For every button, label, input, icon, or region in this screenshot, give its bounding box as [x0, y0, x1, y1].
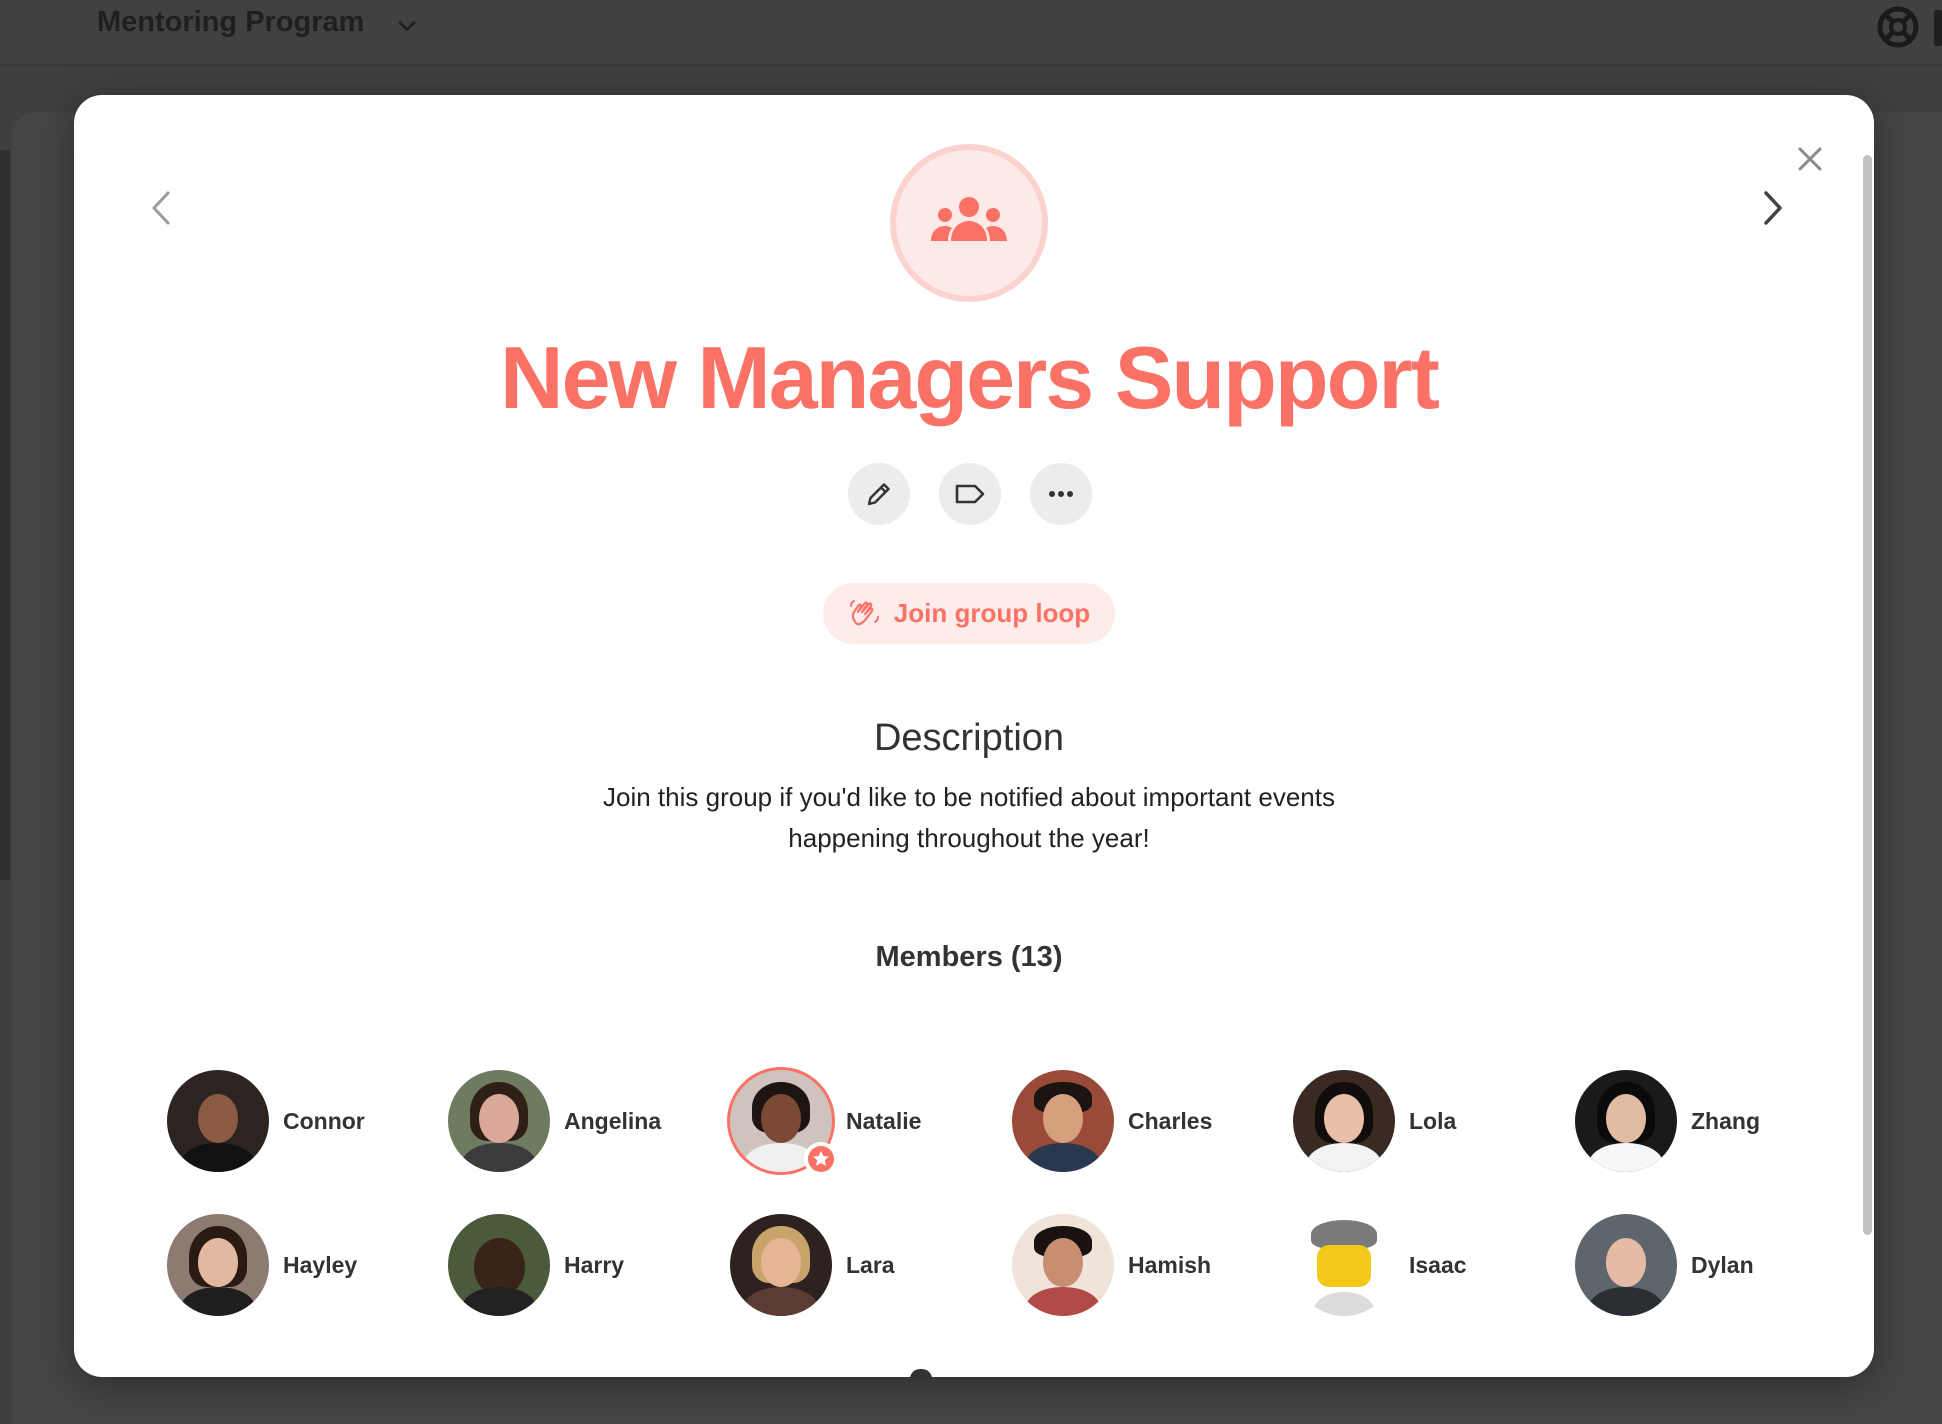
- group-title: New Managers Support: [500, 328, 1440, 427]
- member-name: Harry: [564, 1251, 625, 1278]
- close-icon[interactable]: [1790, 139, 1830, 179]
- group-actions: [848, 463, 1092, 525]
- avatar: [1293, 1214, 1395, 1316]
- member-item[interactable]: Hayley: [167, 1214, 427, 1316]
- group-detail-modal: New Managers Support Join group loop Des…: [74, 95, 1874, 1377]
- avatar: [1293, 1070, 1395, 1172]
- member-item[interactable]: Charles: [1012, 1070, 1272, 1172]
- member-name: Charles: [1128, 1107, 1213, 1134]
- join-group-loop-button[interactable]: Join group loop: [823, 583, 1115, 644]
- avatar: [1012, 1070, 1114, 1172]
- avatar: [167, 1214, 269, 1316]
- member-item[interactable]: Angelina: [448, 1070, 708, 1172]
- member-item[interactable]: Harry: [448, 1214, 708, 1316]
- background-sidebar-strip: [0, 150, 10, 880]
- avatar: [1575, 1214, 1677, 1316]
- member-name: Lola: [1409, 1107, 1457, 1134]
- member-item[interactable]: Lola: [1293, 1070, 1553, 1172]
- group-avatar: [890, 144, 1048, 302]
- member-item[interactable]: Lara: [730, 1214, 990, 1316]
- member-name: Hayley: [283, 1251, 358, 1278]
- top-bar: Mentoring Program: [0, 0, 1942, 66]
- lifebuoy-icon[interactable]: [1876, 5, 1920, 49]
- star-icon: [808, 1146, 834, 1172]
- member-name: Natalie: [846, 1107, 922, 1134]
- tag-icon: [955, 484, 985, 504]
- pencil-icon: [867, 483, 890, 506]
- avatar: [1012, 1214, 1114, 1316]
- program-title[interactable]: Mentoring Program: [97, 6, 364, 39]
- member-name: Zhang: [1691, 1107, 1760, 1134]
- previous-arrow-icon[interactable]: [142, 183, 182, 233]
- member-item[interactable]: Dylan: [1575, 1214, 1835, 1316]
- avatar: [167, 1070, 269, 1172]
- join-button-label: Join group loop: [893, 598, 1091, 628]
- member-item[interactable]: Connor: [167, 1070, 427, 1172]
- member-name: Isaac: [1409, 1251, 1467, 1278]
- member-item[interactable]: Natalie: [730, 1070, 990, 1176]
- member-name: Dylan: [1691, 1251, 1754, 1278]
- avatar: [448, 1214, 550, 1316]
- chevron-down-icon[interactable]: [393, 12, 421, 40]
- member-item[interactable]: Isaac: [1293, 1214, 1553, 1316]
- wave-hand-icon: [849, 599, 879, 625]
- topbar-edge-element: [1934, 10, 1942, 46]
- more-button[interactable]: [1030, 463, 1092, 525]
- edit-button[interactable]: [848, 463, 910, 525]
- next-member-avatar-peek: [910, 1369, 932, 1377]
- member-name: Angelina: [564, 1107, 662, 1134]
- description-heading: Description: [873, 717, 1065, 759]
- avatar: [730, 1214, 832, 1316]
- more-dots-icon: [1049, 491, 1073, 497]
- avatar: [1575, 1070, 1677, 1172]
- star-badge: [804, 1142, 838, 1176]
- member-item[interactable]: Hamish: [1012, 1214, 1272, 1316]
- users-group-icon: [931, 197, 1007, 241]
- avatar: [730, 1070, 838, 1176]
- member-name: Lara: [846, 1251, 895, 1278]
- members-heading: Members (13): [875, 941, 1063, 973]
- member-name: Hamish: [1128, 1251, 1212, 1278]
- description-text: Join this group if you'd like to be noti…: [603, 782, 1335, 853]
- avatar: [448, 1070, 550, 1172]
- next-arrow-icon[interactable]: [1752, 183, 1792, 233]
- member-name: Connor: [283, 1107, 365, 1134]
- member-item[interactable]: Zhang: [1575, 1070, 1835, 1172]
- modal-scrollbar[interactable]: [1863, 155, 1872, 1235]
- tag-button[interactable]: [939, 463, 1001, 525]
